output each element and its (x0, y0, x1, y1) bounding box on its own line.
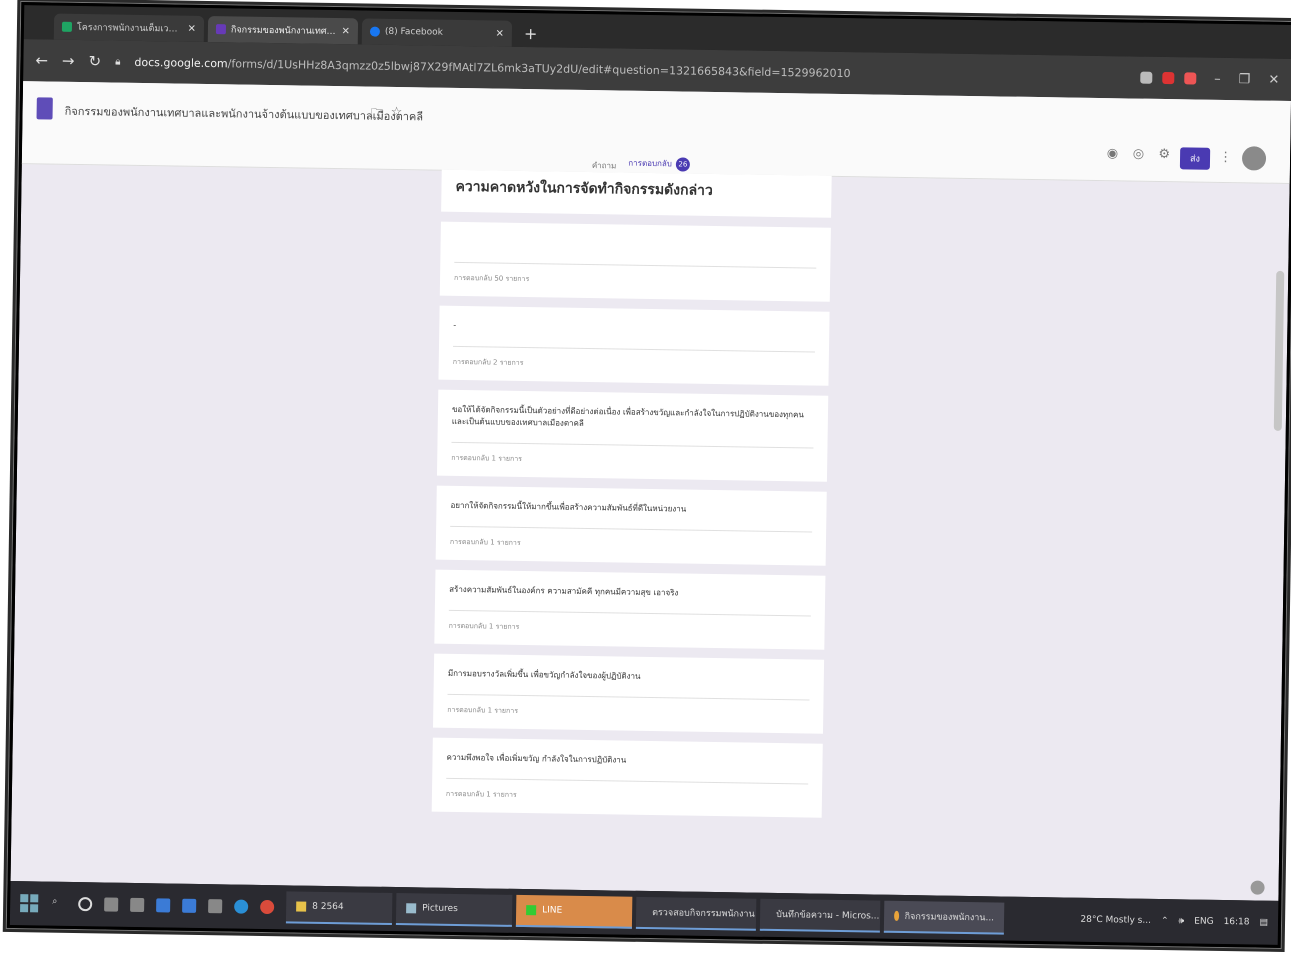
form-title[interactable]: กิจกรรมของพนักงานเทศบาลและพนักงานจ้างต้น… (65, 102, 424, 126)
divider (452, 345, 815, 353)
task-view-icon[interactable] (104, 897, 119, 912)
divider (448, 609, 811, 617)
answer-count: การตอบกลับ 1 รายการ (448, 621, 520, 631)
monitor-frame: โครงการพนักงานเต็มเวลา - Google ชีต ✕ กิ… (6, 2, 1291, 948)
chevron-up-icon[interactable]: ⌃ (1161, 916, 1169, 926)
taskbar-item-line[interactable]: LINE (515, 894, 633, 929)
scrollbar[interactable] (1273, 270, 1285, 431)
chrome-icon (894, 910, 899, 921)
answer-count: การตอบกลับ 1 รายการ (447, 705, 519, 715)
avatar[interactable] (1241, 146, 1267, 171)
extension-icon[interactable] (1162, 71, 1175, 85)
mail-icon[interactable] (156, 898, 171, 913)
answer-card: ความพึงพอใจ เพื่อเพิ่มขวัญ กำลังใจในการป… (431, 737, 823, 818)
notification-icon[interactable]: ▤ (1259, 918, 1268, 928)
answer-card: ขอให้ได้จัดกิจกรรมนี้เป็นตัวอย่างที่ดีอย… (436, 389, 829, 482)
forms-icon (215, 24, 227, 35)
search-icon[interactable]: ⌕ (52, 897, 66, 911)
cortana-icon[interactable] (78, 897, 93, 912)
edge-icon[interactable] (234, 899, 249, 914)
answer-card: สร้างความสัมพันธ์ในองค์กร ความสามัคคี ทุ… (434, 569, 826, 650)
responses-column: ความคาดหวังในการจัดทำกิจกรรมดังกล่าว การ… (431, 169, 832, 818)
answer-text (455, 236, 817, 254)
more-menu-icon[interactable]: ⋮ (1219, 150, 1232, 165)
taskbar-item-word[interactable]: ตรวจสอบกิจกรรมพนักงาน (635, 896, 757, 931)
back-icon[interactable]: ← (35, 51, 48, 69)
clock[interactable]: 16:18 (1224, 917, 1250, 927)
volume-icon[interactable]: 🕪︎ (1178, 916, 1184, 926)
answer-text: - (453, 320, 457, 330)
new-tab-button[interactable]: + (524, 24, 538, 43)
divider (454, 261, 817, 269)
taskbar-item-pictures[interactable]: Pictures (395, 893, 513, 927)
palette-icon[interactable]: ◉ (1107, 146, 1119, 161)
close-icon[interactable]: ✕ (341, 26, 350, 37)
taskbar-item-folder[interactable]: 8 2564 (285, 891, 393, 925)
browser-tab-sheets[interactable]: โครงการพนักงานเต็มเวลา - Google ชีต ✕ (53, 13, 205, 42)
answer-card: มีการมอบรางวัลเพิ่มขึ้น เพื่อขวัญกำลังใจ… (433, 653, 825, 734)
minimize-icon[interactable]: – (1214, 71, 1221, 86)
divider (451, 441, 814, 449)
line-icon (526, 905, 537, 916)
google-forms-icon[interactable] (36, 97, 53, 120)
answer-count: การตอบกลับ 1 รายการ (451, 453, 523, 463)
taskbar-item-word[interactable]: บันทึกข้อความ - Micros... (759, 898, 881, 933)
sheets-icon (61, 21, 73, 32)
answer-count: การตอบกลับ 1 รายการ (449, 537, 521, 547)
answer-text: มีการมอบรางวัลเพิ่มขึ้น เพื่อขวัญกำลังใจ… (447, 668, 641, 681)
browser-tab-facebook[interactable]: (8) Facebook ✕ (361, 18, 513, 47)
divider (450, 525, 813, 533)
browser-tab-forms[interactable]: กิจกรรมของพนักงานเทศบาลและพนักงานจ้าง ✕ (207, 15, 359, 45)
divider (446, 777, 809, 785)
url-field[interactable]: docs.google.com/forms/d/1UsHHz8A3qmzz0z5… (134, 55, 1130, 84)
app-icon[interactable] (182, 898, 197, 913)
system-tray: 28°C Mostly s... ⌃ 🕪︎ ENG 16:18 ▤ (1080, 915, 1268, 928)
responses-count-badge: 26 (675, 157, 690, 172)
star-icon[interactable]: ☆ (391, 105, 403, 120)
extension-icon[interactable] (1140, 71, 1153, 84)
chrome-icon[interactable] (260, 899, 275, 915)
preview-eye-icon[interactable]: ◎ (1133, 147, 1145, 162)
send-button[interactable]: ส่ง (1179, 147, 1211, 170)
tab-questions[interactable]: คำถาม (592, 159, 617, 172)
extension-icon[interactable] (1184, 72, 1197, 85)
answer-count: การตอบกลับ 2 รายการ (452, 357, 524, 367)
lock-icon: 🔒︎ (115, 56, 121, 68)
answer-text: ขอให้ได้จัดกิจกรรมนี้เป็นตัวอย่างที่ดีอย… (451, 404, 804, 428)
windows-start-icon[interactable] (20, 894, 39, 913)
answer-count: การตอบกลับ 50 รายการ (454, 273, 530, 284)
divider (447, 693, 810, 701)
question-title: ความคาดหวังในการจัดทำกิจกรรมดังกล่าว (441, 169, 832, 218)
facebook-icon (369, 26, 381, 37)
reload-icon[interactable]: ↻ (88, 52, 101, 70)
close-icon[interactable]: ✕ (495, 28, 504, 39)
answer-card: - การตอบกลับ 2 รายการ (438, 305, 830, 386)
taskbar-item-chrome[interactable]: กิจกรรมของพนักงาน... (883, 900, 1005, 935)
close-window-icon[interactable]: ✕ (1268, 72, 1279, 87)
answer-text: ความพึงพอใจ เพื่อเพิ่มขวัญ กำลังใจในการป… (446, 752, 627, 765)
settings-gear-icon[interactable]: ⚙ (1158, 147, 1170, 162)
answer-card: การตอบกลับ 50 รายการ (439, 221, 831, 302)
answer-count: การตอบกลับ 1 รายการ (445, 789, 517, 799)
store-icon[interactable] (130, 897, 145, 913)
weather[interactable]: 28°C Mostly s... (1080, 915, 1151, 926)
forward-icon[interactable]: → (62, 52, 75, 70)
app-icon[interactable] (208, 899, 223, 914)
page-content: กิจกรรมของพนักงานเทศบาลและพนักงานจ้างต้น… (10, 81, 1291, 901)
language-indicator[interactable]: ENG (1194, 917, 1214, 927)
answer-text: สร้างความสัมพันธ์ในองค์กร ความสามัคคี ทุ… (449, 584, 679, 598)
maximize-icon[interactable]: ❐ (1239, 72, 1251, 87)
answer-card: อยากให้จัดกิจกรรมนี้ให้มากขึ้นเพื่อสร้าง… (435, 485, 827, 566)
answer-text: อยากให้จัดกิจกรรมนี้ให้มากขึ้นเพื่อสร้าง… (450, 500, 687, 514)
folder-icon (406, 903, 417, 914)
folder-icon[interactable]: 🗀 (370, 105, 384, 127)
folder-icon (296, 901, 307, 912)
close-icon[interactable]: ✕ (187, 23, 196, 34)
help-icon[interactable] (1250, 880, 1265, 895)
